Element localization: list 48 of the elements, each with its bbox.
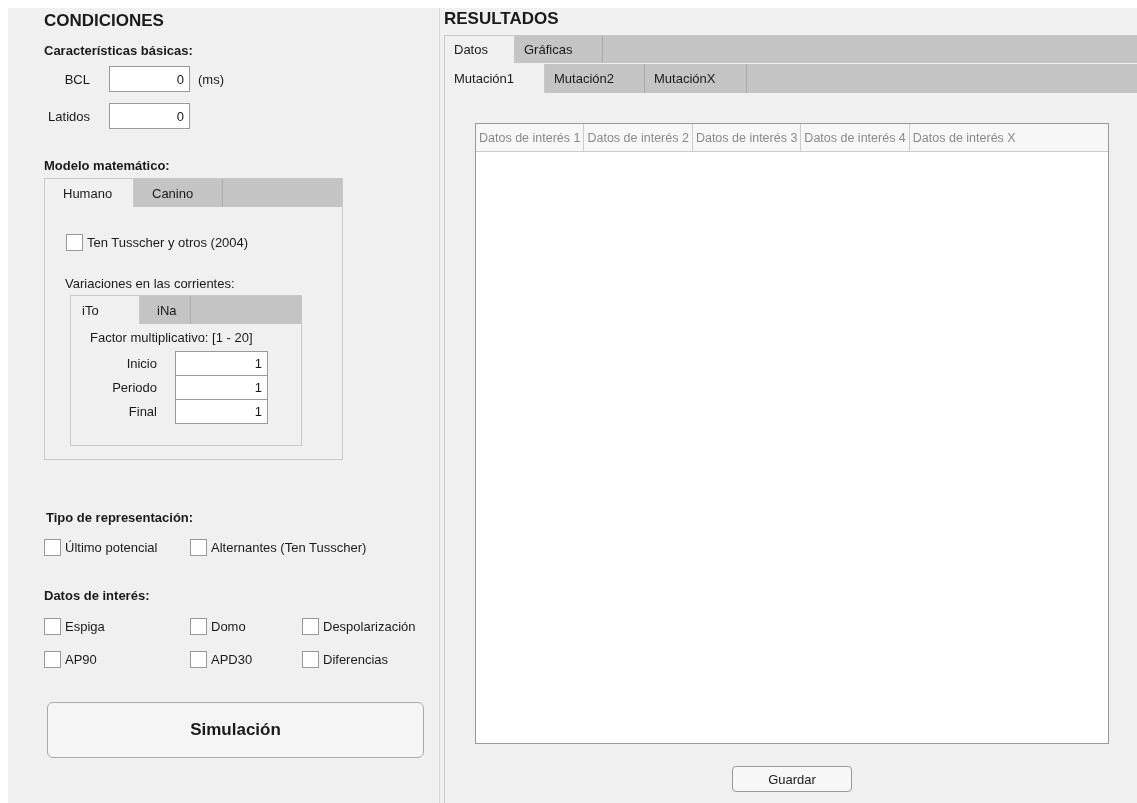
- field-label: BCL: [63, 71, 90, 87]
- field-label: Latidos: [47, 108, 90, 124]
- tab[interactable]: iTo: [71, 296, 140, 324]
- checkbox-label[interactable]: Domo: [211, 619, 246, 634]
- tab[interactable]: Mutación1: [445, 64, 545, 93]
- checkbox[interactable]: [302, 618, 319, 635]
- tab[interactable]: Datos: [445, 36, 515, 63]
- checkbox-label[interactable]: APD30: [211, 652, 253, 667]
- tab[interactable]: Humano: [45, 179, 134, 207]
- column-header: Datos de interés 4: [801, 124, 910, 151]
- checkbox[interactable]: [66, 234, 83, 251]
- section-title: CONDICIONES: [44, 11, 165, 32]
- input-field[interactable]: 1: [175, 351, 268, 376]
- column-header: Datos de interés 3: [692, 124, 802, 151]
- input-field[interactable]: 0: [109, 103, 190, 129]
- checkbox-label[interactable]: Alternantes (Ten Tusscher): [211, 540, 367, 555]
- field-label: Final: [127, 404, 157, 419]
- section-title: RESULTADOS: [444, 9, 560, 30]
- checkbox[interactable]: [44, 539, 61, 556]
- field-label: Inicio: [125, 356, 157, 371]
- factor-label: Factor multiplicativo: [1 - 20]: [90, 330, 254, 345]
- checkbox-label[interactable]: Último potencial: [65, 540, 158, 555]
- checkbox[interactable]: [190, 651, 207, 668]
- checkbox[interactable]: [44, 618, 61, 635]
- checkbox-label[interactable]: Despolarización: [323, 619, 416, 634]
- checkbox-label[interactable]: Espiga: [65, 619, 105, 634]
- checkbox-label[interactable]: AP90: [65, 652, 97, 667]
- input-field[interactable]: 1: [175, 375, 268, 400]
- input-field[interactable]: 1: [175, 399, 268, 424]
- checkbox-label[interactable]: Diferencias: [323, 652, 389, 667]
- save-button[interactable]: Guardar: [732, 766, 852, 792]
- section-heading: Modelo matemático:: [44, 158, 171, 173]
- section-heading: Características básicas:: [44, 43, 194, 58]
- column-header: Datos de interés X: [911, 129, 1017, 147]
- group-label: Variaciones en las corrientes:: [65, 276, 236, 291]
- checkbox[interactable]: [190, 618, 207, 635]
- checkbox[interactable]: [44, 651, 61, 668]
- checkbox[interactable]: [302, 651, 319, 668]
- checkbox-label[interactable]: Ten Tusscher y otros (2004): [87, 235, 249, 250]
- column-header: Datos de interés 2: [584, 124, 693, 151]
- unit-label: (ms): [198, 71, 224, 87]
- field-label: Periodo: [111, 380, 157, 395]
- column-header: Datos de interés 1: [476, 124, 585, 151]
- simulation-button[interactable]: Simulación: [47, 702, 424, 758]
- input-field[interactable]: 0: [109, 66, 190, 92]
- checkbox[interactable]: [190, 539, 207, 556]
- section-heading: Tipo de representación:: [46, 510, 195, 525]
- section-heading: Datos de interés:: [44, 588, 151, 603]
